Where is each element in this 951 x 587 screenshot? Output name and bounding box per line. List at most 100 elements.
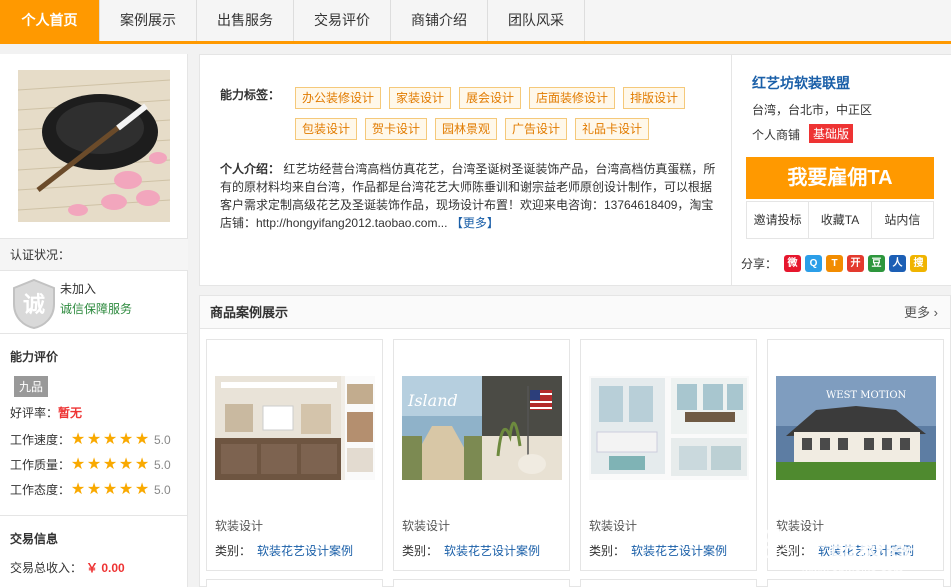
- tab-home[interactable]: 个人首页: [0, 0, 100, 41]
- avatar[interactable]: [18, 70, 170, 222]
- product-image[interactable]: Island: [402, 376, 562, 480]
- basic-edition-badge: 基础版: [809, 124, 854, 143]
- qzone-icon[interactable]: Q: [805, 255, 822, 272]
- category-link[interactable]: 软装花艺设计案例: [631, 544, 727, 558]
- tag-item[interactable]: 贺卡设计: [365, 118, 428, 140]
- divider: [0, 333, 188, 334]
- category-link[interactable]: 软装花艺设计案例: [444, 544, 540, 558]
- category-link[interactable]: 软装花艺设计案例: [257, 544, 353, 558]
- product-card[interactable]: 软装设计 类别： 软装花艺设计案例: [580, 339, 757, 571]
- shop-type: 个人商铺: [752, 128, 801, 142]
- category-label: 类别：: [402, 544, 439, 558]
- profile-panel: 能力标签： 办公装修设计 家装设计 展会设计 店面装修设计 排版设计 包装设计 …: [199, 54, 951, 286]
- score-value: 5.0: [154, 483, 171, 497]
- star-icon: ★: [134, 481, 150, 498]
- hire-button[interactable]: 我要雇佣TA: [746, 157, 934, 199]
- star-icon: ★: [118, 431, 134, 448]
- level-badge: 九品: [14, 376, 49, 397]
- category-label: 类别：: [589, 544, 626, 558]
- shop-actions: 邀请投标 收藏TA 站内信: [746, 201, 934, 239]
- share-icons: 微 Q T 开 豆 人 搜: [784, 255, 927, 272]
- tag-item[interactable]: 排版设计: [623, 87, 686, 109]
- top-nav: 个人首页 案例展示 出售服务 交易评价 商铺介绍 团队风采: [0, 0, 951, 44]
- product-image[interactable]: [215, 376, 375, 480]
- invite-bid-button[interactable]: 邀请投标: [747, 202, 810, 238]
- douban-icon[interactable]: 豆: [868, 255, 885, 272]
- star-icon: ★: [86, 431, 102, 448]
- tag-item[interactable]: 广告设计: [505, 118, 568, 140]
- watermark-brand: 一品威客: [802, 530, 915, 563]
- tag-item[interactable]: 礼品卡设计: [575, 118, 650, 140]
- star-icon: ★: [102, 431, 118, 448]
- left-sidebar: 认证状况： 诚 未加入 诚信保障服务 能力评价 九品 好评率：暂无 工作速度： …: [0, 54, 188, 587]
- product-image[interactable]: WEST MOTION: [776, 376, 936, 480]
- sohu-icon[interactable]: 搜: [910, 255, 927, 272]
- star-icon: ★: [102, 481, 118, 498]
- score-label: 工作速度：: [10, 433, 71, 447]
- favorite-button[interactable]: 收藏TA: [809, 202, 872, 238]
- tab-services[interactable]: 出售服务: [197, 0, 294, 41]
- tag-item[interactable]: 办公装修设计: [295, 87, 382, 109]
- tab-cases[interactable]: 案例展示: [100, 0, 197, 41]
- intro-label: 个人介绍：: [220, 162, 281, 176]
- tencent-weibo-icon[interactable]: T: [826, 255, 843, 272]
- weibo-icon[interactable]: 微: [784, 255, 801, 272]
- kaixin-icon[interactable]: 开: [847, 255, 864, 272]
- product-title[interactable]: 软装设计: [589, 517, 637, 534]
- product-card[interactable]: [580, 579, 757, 587]
- share-label: 分享：: [741, 257, 778, 271]
- trade-income-value: ￥ 0.00: [86, 561, 125, 575]
- more-link[interactable]: 更多 ›: [904, 296, 938, 329]
- score-label: 工作质量：: [10, 458, 71, 472]
- tag-item[interactable]: 店面装修设计: [529, 87, 616, 109]
- product-title[interactable]: 软装设计: [215, 517, 263, 534]
- section-header: 商品案例展示 更多 ›: [200, 296, 950, 329]
- shop-name[interactable]: 红艺坊软装联盟: [752, 73, 850, 93]
- star-icon: ★: [118, 456, 134, 473]
- star-rating: ★ ★ ★ ★ ★: [70, 432, 150, 448]
- ability-title: 能力评价: [10, 350, 59, 364]
- product-category: 类别： 软装花艺设计案例: [215, 542, 353, 559]
- shield-icon: 诚: [13, 278, 55, 330]
- tag-item[interactable]: 包装设计: [295, 118, 358, 140]
- product-title[interactable]: 软装设计: [402, 517, 450, 534]
- product-card[interactable]: [393, 579, 570, 587]
- watermark-url: www.epweike.com: [802, 566, 904, 579]
- product-category: 类别： 软装花艺设计案例: [589, 542, 727, 559]
- intro-more-link[interactable]: 【更多】: [451, 216, 499, 230]
- star-icon: ★: [70, 431, 86, 448]
- trust-status: 未加入: [60, 282, 97, 296]
- product-card[interactable]: 软装设计 类别： 软装花艺设计案例: [206, 339, 383, 571]
- tag-item[interactable]: 家装设计: [389, 87, 452, 109]
- svg-text:WEST MOTION: WEST MOTION: [826, 390, 907, 401]
- watermark-logo: 一品威客 www.epweike.com: [757, 527, 915, 579]
- ability-tags-label: 能力标签：: [220, 88, 281, 102]
- divider: [0, 515, 188, 516]
- section-title: 商品案例展示: [210, 305, 289, 320]
- message-button[interactable]: 站内信: [872, 202, 933, 238]
- tag-item[interactable]: 展会设计: [459, 87, 522, 109]
- verify-status-label: 认证状况：: [0, 238, 188, 271]
- trade-income: 交易总收入： ￥ 0.00: [10, 559, 125, 576]
- trade-income-label: 交易总收入：: [10, 561, 83, 575]
- tag-item[interactable]: 园林景观: [435, 118, 498, 140]
- tab-reviews[interactable]: 交易评价: [294, 0, 391, 41]
- score-value: 5.0: [154, 433, 171, 447]
- star-icon: ★: [118, 481, 134, 498]
- renren-icon[interactable]: 人: [889, 255, 906, 272]
- tab-team[interactable]: 团队风采: [488, 0, 585, 41]
- tab-shop-intro[interactable]: 商铺介绍: [391, 0, 488, 41]
- star-icon: ★: [86, 481, 102, 498]
- score-quality: 工作质量： ★ ★ ★ ★ ★ 5.0: [10, 456, 171, 474]
- star-icon: ★: [70, 456, 86, 473]
- score-speed: 工作速度： ★ ★ ★ ★ ★ 5.0: [10, 431, 171, 449]
- trade-info-title: 交易信息: [10, 532, 59, 546]
- product-image[interactable]: [589, 376, 749, 480]
- star-icon: ★: [86, 456, 102, 473]
- score-value: 5.0: [154, 458, 171, 472]
- trust-service-link[interactable]: 诚信保障服务: [60, 300, 132, 317]
- product-card[interactable]: Island 软装设计 类别： 软装花艺设计案例: [393, 339, 570, 571]
- star-icon: ★: [70, 481, 86, 498]
- product-card[interactable]: [206, 579, 383, 587]
- score-label: 工作态度：: [10, 483, 71, 497]
